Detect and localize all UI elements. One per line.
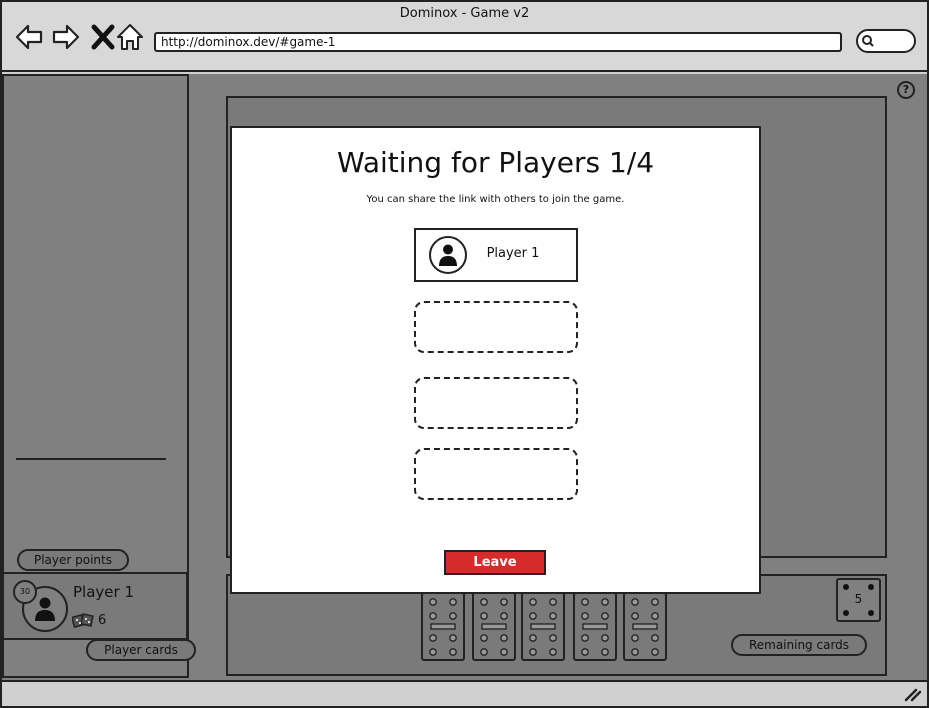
- close-x-icon[interactable]: [88, 22, 118, 52]
- dominoes-icon: [72, 613, 94, 628]
- resize-grip-icon[interactable]: [904, 686, 922, 702]
- window-title: Dominox - Game v2: [399, 6, 530, 21]
- browser-statusbar: [2, 680, 927, 706]
- user-icon: [439, 244, 457, 266]
- callout-player-points: Player points: [17, 549, 129, 571]
- forward-arrow-icon[interactable]: [51, 22, 81, 52]
- domino-tile[interactable]: [623, 592, 667, 661]
- slot-avatar: [429, 236, 467, 274]
- player-slot-empty: [414, 301, 578, 353]
- callout-remaining-cards: Remaining cards: [731, 634, 867, 656]
- search-box[interactable]: [856, 29, 916, 53]
- card-count: 6: [98, 613, 107, 628]
- slot-player-name: Player 1: [486, 246, 540, 261]
- back-arrow-icon[interactable]: [14, 22, 44, 52]
- domino-tile[interactable]: [421, 592, 465, 661]
- home-icon[interactable]: [115, 22, 145, 52]
- modal-subtitle: You can share the link with others to jo…: [366, 194, 625, 205]
- domino-pips-icon: [529, 598, 557, 656]
- domino-tile[interactable]: [573, 592, 617, 661]
- domino-tile[interactable]: [472, 592, 516, 661]
- domino-pips-icon: [631, 598, 659, 656]
- player-slot-empty: [414, 377, 578, 429]
- player-name: Player 1: [73, 583, 134, 601]
- domino-pips-icon: [581, 598, 609, 656]
- points-badge: 30: [13, 580, 37, 604]
- player-slot-empty: [414, 448, 578, 500]
- help-icon[interactable]: ?: [897, 81, 915, 99]
- url-input[interactable]: http://dominox.dev/#game-1: [154, 32, 842, 52]
- deck-count: 5: [854, 592, 863, 606]
- domino-tile[interactable]: [521, 592, 565, 661]
- leave-button[interactable]: Leave: [444, 550, 546, 575]
- user-icon: [35, 597, 55, 621]
- callout-player-cards: Player cards: [86, 639, 196, 661]
- domino-pips-icon: [429, 598, 457, 656]
- search-icon: [862, 35, 874, 47]
- modal-title: Waiting for Players 1/4: [336, 146, 655, 179]
- sidebar-divider: [16, 458, 166, 460]
- domino-pips-icon: [480, 598, 508, 656]
